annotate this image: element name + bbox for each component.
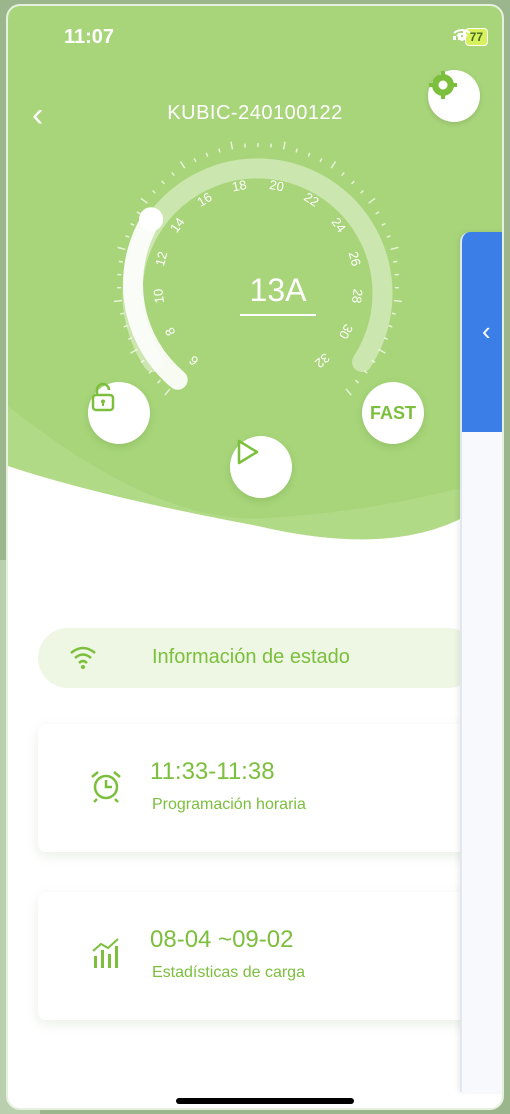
hero-area: 6 8 10 12 14 16 18 20 22 24 26 28 30 32 11:07 77 ‹ KU…: [8, 6, 502, 566]
status-info-label: Información de estado: [152, 646, 350, 668]
schedule-card[interactable]: 11:33-11:38 Programación horaria: [38, 724, 478, 852]
chart-icon: [88, 936, 124, 977]
status-time: 11:07: [64, 26, 115, 48]
dial-tick: [113, 299, 123, 303]
dial-tick: [218, 148, 221, 153]
dial-tick: [118, 260, 123, 263]
dial-scale-label: 18: [231, 177, 248, 194]
dial-scale-label: 28: [349, 288, 366, 304]
stats-card[interactable]: 08-04 ~09-02 Estadísticas de carga: [38, 892, 478, 1020]
dial-scale-label: 10: [150, 288, 167, 304]
status-icons: 77: [452, 28, 488, 46]
schedule-label: Programación horaria: [152, 796, 306, 813]
phone-screen: 6 8 10 12 14 16 18 20 22 24 26 28 30 32 11:07 77 ‹ KU…: [6, 4, 504, 1110]
dial-tick: [391, 312, 396, 315]
device-title: KUBIC-240100122: [167, 102, 343, 124]
fast-charge-button[interactable]: FAST: [362, 382, 424, 444]
dial-tick: [295, 148, 298, 153]
alarm-icon: [88, 768, 124, 809]
start-charge-button[interactable]: [230, 436, 292, 498]
overlay-back-icon[interactable]: ‹: [482, 316, 491, 347]
stats-label: Estadísticas de carga: [152, 964, 305, 981]
status-info-row[interactable]: Información de estado: [38, 628, 478, 688]
dial-tick: [393, 260, 398, 263]
dial-tick: [393, 299, 403, 303]
schedule-time: 11:33-11:38: [150, 758, 275, 785]
wifi-icon: [68, 642, 98, 677]
unlock-button[interactable]: [88, 382, 150, 444]
settings-button[interactable]: [428, 70, 480, 122]
dial-knob[interactable]: [139, 207, 164, 232]
current-amperage: 13A: [249, 272, 307, 308]
home-indicator: [176, 1098, 354, 1104]
overlay-panel[interactable]: ‹: [460, 232, 502, 1092]
dial-scale-label: 20: [268, 177, 285, 194]
dial-tick: [120, 312, 125, 315]
stats-range: 08-04 ~09-02: [150, 926, 294, 953]
amperage-underline: [240, 314, 316, 316]
